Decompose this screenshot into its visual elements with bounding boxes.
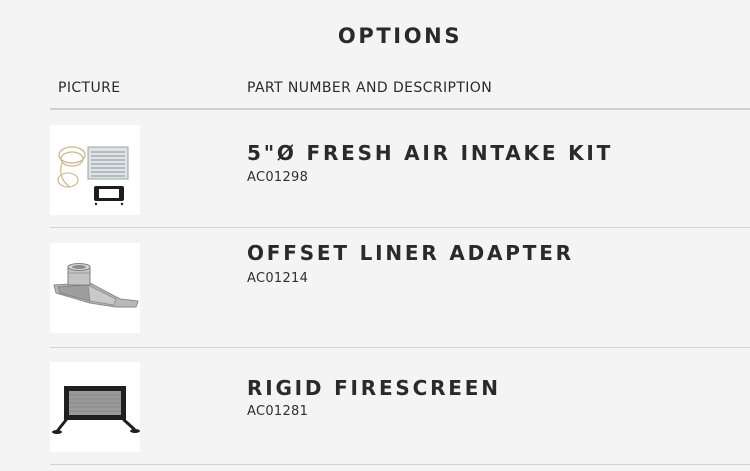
column-header-picture: PICTURE [58, 80, 121, 96]
product-name[interactable]: OFFSET LINER ADAPTER [247, 241, 574, 265]
product-name[interactable]: 5"Ø FRESH AIR INTAKE KIT [247, 141, 613, 165]
table-row: 5"Ø FRESH AIR INTAKE KIT AC01298 [50, 110, 750, 227]
product-name[interactable]: RIGID FIRESCREEN [247, 376, 501, 400]
row-divider [50, 464, 750, 465]
column-header-description: PART NUMBER AND DESCRIPTION [247, 80, 493, 96]
table-row: RIGID FIRESCREEN AC01281 [50, 348, 750, 464]
page-title: OPTIONS [337, 24, 463, 48]
rigid-firescreen-image[interactable] [50, 362, 140, 452]
table-row: OFFSET LINER ADAPTER AC01214 [50, 228, 750, 347]
fresh-air-intake-kit-image[interactable] [50, 125, 140, 215]
part-number: AC01281 [247, 404, 309, 419]
part-number: AC01298 [247, 170, 309, 185]
part-number: AC01214 [247, 271, 309, 286]
offset-liner-adapter-image[interactable] [50, 243, 140, 333]
